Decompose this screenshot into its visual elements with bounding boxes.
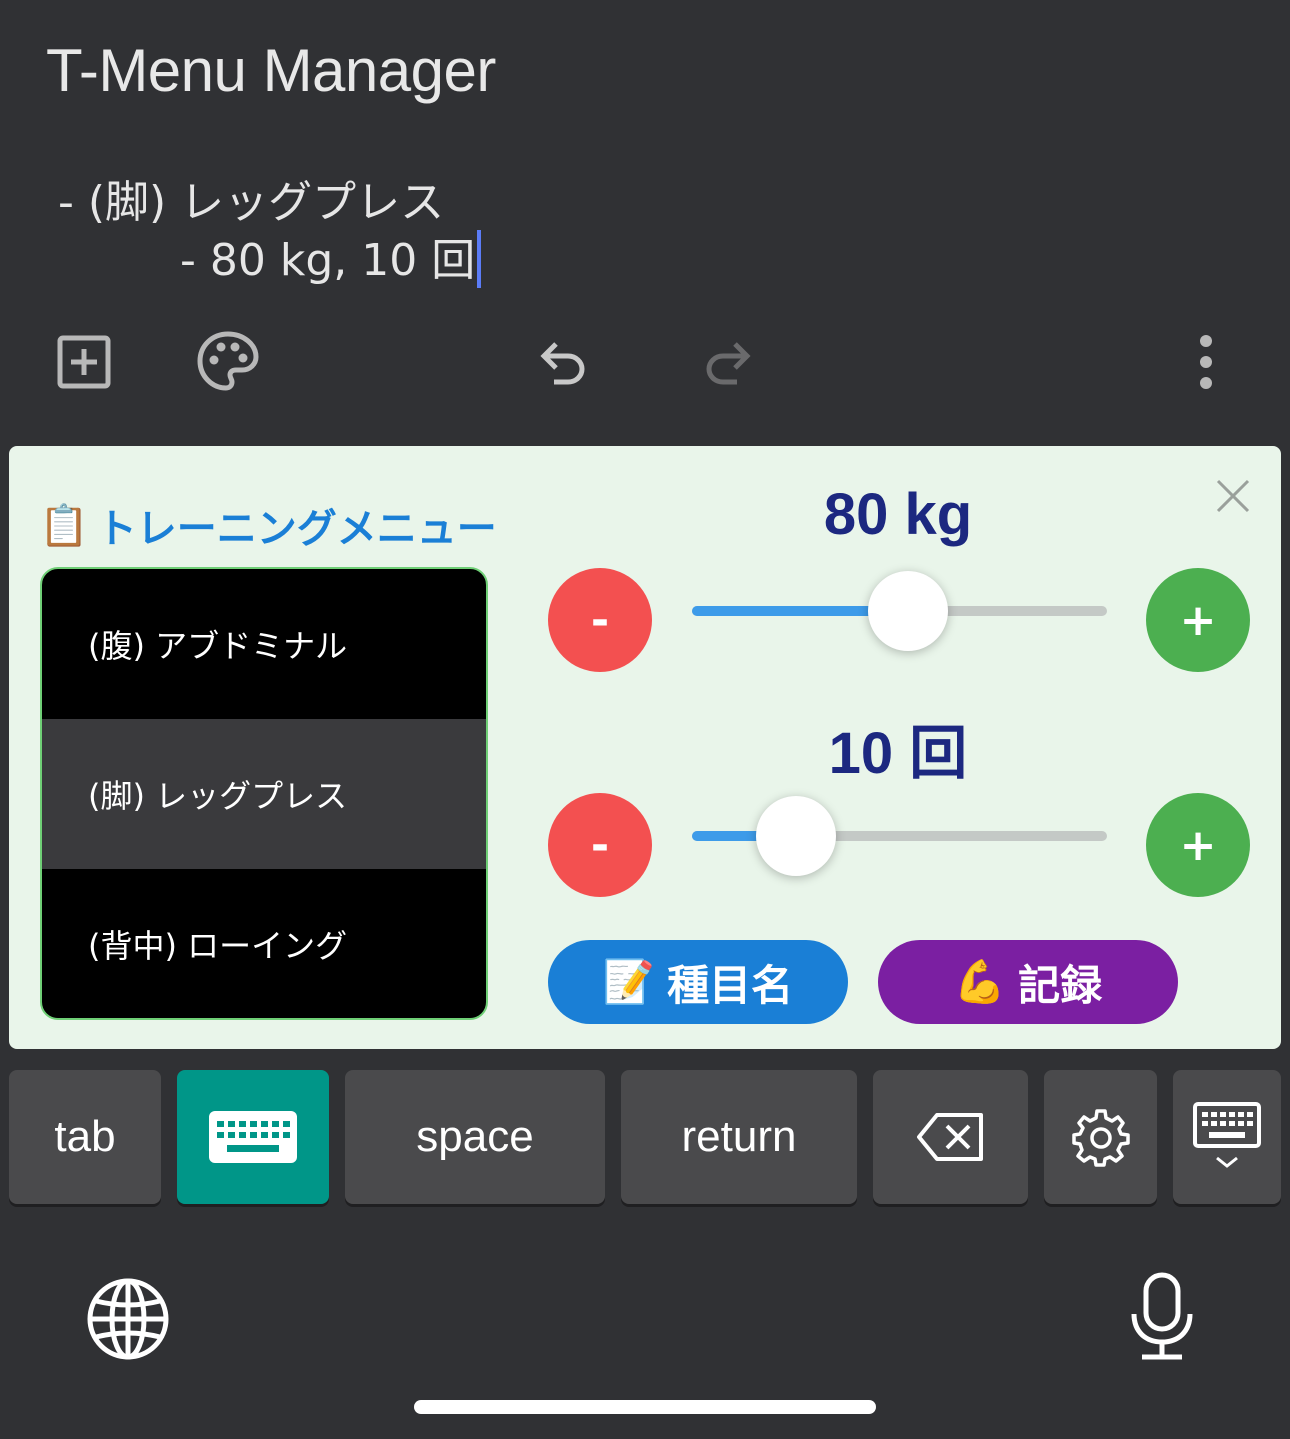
list-item-label: (腹) アブドミナル [88, 627, 348, 665]
more-options-button[interactable] [1174, 330, 1238, 394]
microphone-button[interactable] [1126, 1272, 1198, 1362]
weight-slider[interactable] [692, 571, 1107, 651]
exercise-list[interactable]: (腹) アブドミナル (脚) レッグプレス (背中) ローイング [40, 567, 488, 1020]
redo-button[interactable] [697, 330, 761, 394]
keyboard-hide-icon [1193, 1102, 1261, 1168]
app-title: T-Menu Manager [46, 37, 496, 104]
undo-icon [540, 342, 585, 385]
microphone-icon [1131, 1272, 1193, 1360]
return-key-label: return [681, 1112, 797, 1161]
globe-icon [87, 1278, 169, 1360]
reps-value: 10 回 [828, 721, 968, 786]
list-item[interactable]: (腹) アブドミナル [42, 569, 486, 719]
plus-label: + [1179, 819, 1217, 871]
note-line-set-text: - 80 kg, 10 回 [180, 235, 476, 286]
close-button[interactable] [1213, 476, 1253, 516]
undo-button[interactable] [530, 330, 594, 394]
gear-icon [1071, 1109, 1130, 1167]
memo-icon: 📝 [602, 957, 656, 1006]
clipboard-icon: 📋 [39, 502, 89, 549]
add-box-button[interactable] [52, 330, 116, 394]
backspace-icon [916, 1113, 983, 1161]
custom-keyboard-key[interactable] [177, 1070, 329, 1204]
panel-title-label: トレーニングメニュー [96, 506, 497, 552]
tab-key-label: tab [54, 1112, 116, 1161]
exercise-name-button[interactable]: 📝 種目名 [548, 940, 848, 1024]
reps-slider[interactable] [692, 796, 1107, 876]
text-caret [477, 230, 482, 288]
add-box-icon [57, 335, 111, 389]
minus-label: - [590, 594, 610, 646]
reps-plus-button[interactable]: + [1146, 793, 1250, 897]
minus-label: - [590, 819, 610, 871]
settings-key[interactable] [1044, 1070, 1157, 1204]
palette-button[interactable] [196, 330, 260, 394]
weight-value: 80 kg [823, 482, 973, 547]
flexed-biceps-icon: 💪 [953, 957, 1007, 1006]
globe-button[interactable] [86, 1277, 170, 1361]
weight-minus-button[interactable]: - [548, 568, 652, 672]
palette-icon [197, 331, 259, 391]
reps-minus-button[interactable]: - [548, 793, 652, 897]
home-indicator [414, 1400, 876, 1414]
list-item-label: (背中) ローイング [88, 927, 348, 965]
weight-slider-thumb[interactable] [867, 571, 948, 651]
more-vert-icon [1200, 335, 1212, 389]
space-key[interactable]: space [345, 1070, 605, 1204]
keyboard-icon [209, 1111, 297, 1163]
exercise-name-label: 種目名 [667, 960, 794, 1010]
redo-icon [706, 342, 751, 385]
note-line-exercise: - (脚) レッグプレス [58, 177, 445, 228]
dismiss-keyboard-key[interactable] [1173, 1070, 1281, 1204]
backspace-key[interactable] [873, 1070, 1028, 1204]
plus-label: + [1179, 594, 1217, 646]
training-panel: 📋 トレーニングメニュー (腹) アブドミナル (脚) レッグプレス (背中) … [9, 446, 1281, 1049]
list-item[interactable]: (背中) ローイング [42, 869, 486, 1018]
space-key-label: space [416, 1112, 534, 1161]
list-item-label: (脚) レッグプレス [88, 777, 348, 815]
return-key[interactable]: return [621, 1070, 857, 1204]
panel-title: 📋 トレーニングメニュー [39, 496, 497, 554]
tab-key[interactable]: tab [9, 1070, 161, 1204]
reps-slider-thumb[interactable] [755, 796, 836, 876]
list-item-selected[interactable]: (脚) レッグプレス [42, 719, 486, 869]
note-line-set: - 80 kg, 10 回 [180, 224, 482, 292]
record-button[interactable]: 💪 記録 [878, 940, 1178, 1024]
close-icon [1216, 479, 1250, 513]
weight-plus-button[interactable]: + [1146, 568, 1250, 672]
record-label: 記録 [1018, 960, 1103, 1010]
